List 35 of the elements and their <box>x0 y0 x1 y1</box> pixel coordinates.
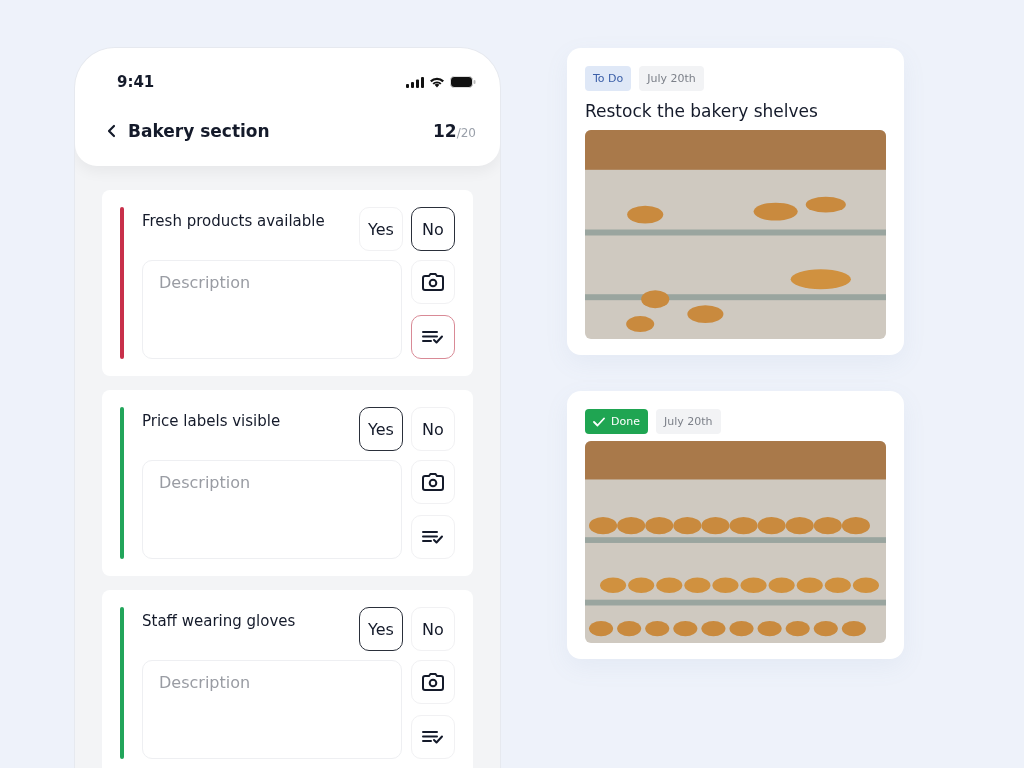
section-title: Bakery section <box>128 121 271 141</box>
description-field[interactable]: Description <box>142 460 402 559</box>
status-label: Done <box>611 415 640 428</box>
progress-counter: 12/20 <box>433 121 476 141</box>
status-time: 9:41 <box>117 73 155 91</box>
answer-option[interactable]: No <box>411 207 455 251</box>
question-label: Staff wearing gloves <box>142 611 297 630</box>
checklist-icon <box>422 530 444 544</box>
date-tag: July 20th <box>639 66 704 91</box>
camera-button[interactable] <box>411 660 455 704</box>
signal-icon <box>406 76 424 88</box>
checklist-icon <box>422 330 444 344</box>
answer-option[interactable]: No <box>411 407 455 451</box>
date-tag: July 20th <box>655 409 721 434</box>
battery-icon <box>450 76 476 88</box>
description-field[interactable]: Description <box>142 260 402 359</box>
question-label: Price labels visible <box>142 411 282 430</box>
back-icon[interactable] <box>107 124 116 138</box>
camera-icon <box>422 273 444 291</box>
answer-option[interactable]: No <box>411 607 455 651</box>
wifi-icon <box>429 76 445 88</box>
camera-button[interactable] <box>411 260 455 304</box>
task-title: Restock the bakery shelves <box>585 101 819 121</box>
answer-option[interactable]: Yes <box>359 407 403 451</box>
check-icon <box>593 416 605 427</box>
camera-button[interactable] <box>411 460 455 504</box>
checklist-icon <box>422 730 444 744</box>
description-field[interactable]: Description <box>142 660 402 759</box>
camera-icon <box>422 673 444 691</box>
answer-option[interactable]: Yes <box>359 607 403 651</box>
task-button[interactable] <box>411 315 455 359</box>
status-label: To Do <box>593 72 624 85</box>
answer-option[interactable]: Yes <box>359 207 403 251</box>
camera-icon <box>422 473 444 491</box>
question-label: Fresh products available <box>142 211 326 230</box>
